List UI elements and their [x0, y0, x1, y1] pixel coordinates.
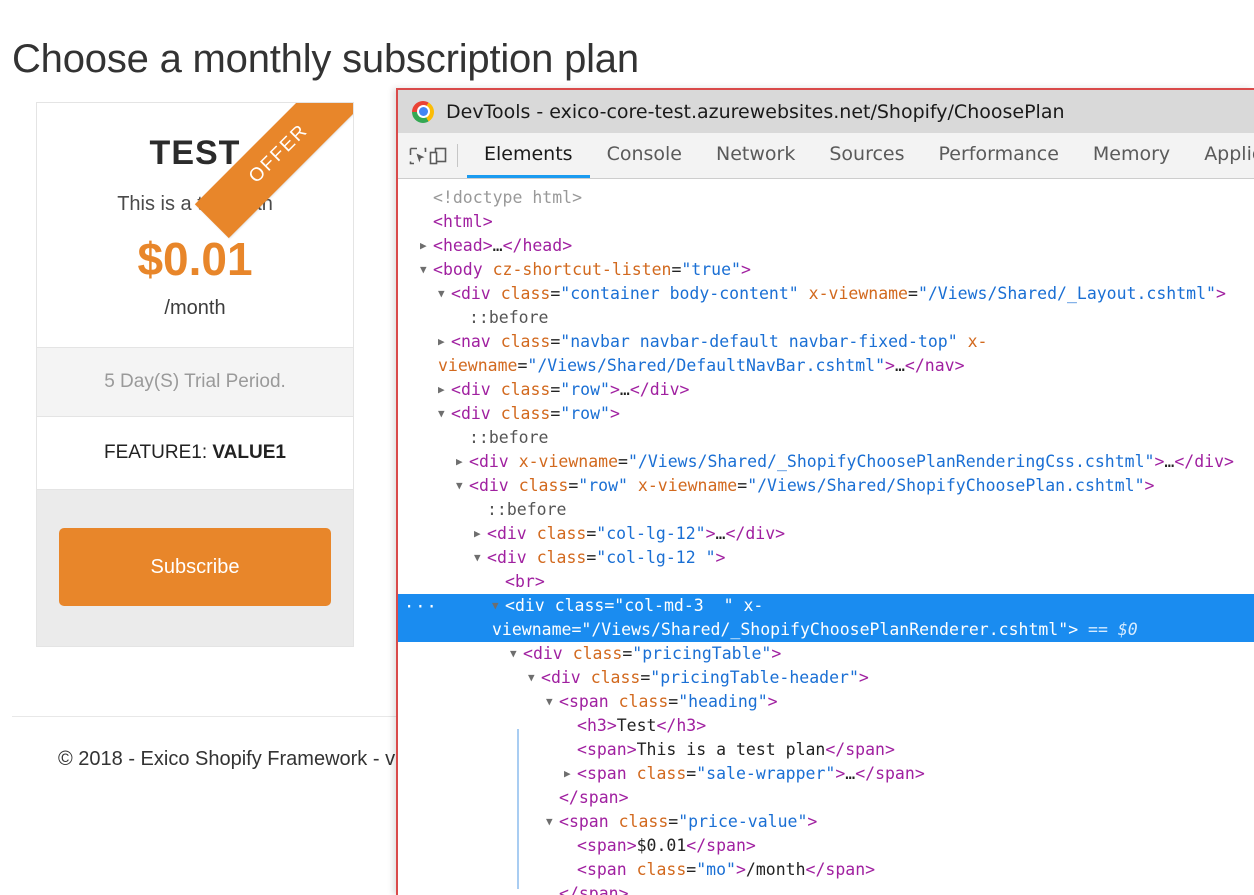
- tab-network[interactable]: Network: [699, 133, 812, 178]
- disclosure-triangle[interactable]: [492, 594, 505, 618]
- plan-trial-period: 5 Day(S) Trial Period.: [37, 348, 353, 417]
- chrome-logo-icon: [412, 100, 434, 123]
- dom-node[interactable]: <div class="container body-content" x-vi…: [398, 282, 1254, 306]
- dom-node[interactable]: <div class="col-lg-12 ">: [398, 546, 1254, 570]
- page-footer-text: © 2018 - Exico Shopify Framework - ve: [58, 748, 407, 770]
- tab-sources[interactable]: Sources: [812, 133, 921, 178]
- devtools-window-title: DevTools - exico-core-test.azurewebsites…: [446, 100, 1065, 123]
- devtools-titlebar: DevTools - exico-core-test.azurewebsites…: [398, 90, 1254, 133]
- plan-heading: TEST This is a test plan: [37, 133, 353, 217]
- toolbar-divider: [457, 144, 458, 167]
- dom-node[interactable]: <div class="row" x-viewname="/Views/Shar…: [398, 474, 1254, 498]
- disclosure-triangle[interactable]: [438, 282, 451, 306]
- dom-node[interactable]: <nav class="navbar navbar-default navbar…: [398, 330, 1254, 378]
- dom-node[interactable]: <span>This is a test plan</span>: [398, 738, 1254, 762]
- dom-node[interactable]: <span class="price-value">: [398, 810, 1254, 834]
- dom-node[interactable]: <div class="row">…</div>: [398, 378, 1254, 402]
- plan-feature-value: VALUE1: [212, 442, 286, 463]
- disclosure-triangle[interactable]: [456, 474, 469, 498]
- disclosure-triangle[interactable]: [438, 402, 451, 426]
- disclosure-triangle[interactable]: [474, 546, 487, 570]
- dom-node[interactable]: ::before: [398, 498, 1254, 522]
- dom-node-selected[interactable]: ···<div class="col-md-3 " x-viewname="/V…: [398, 594, 1254, 642]
- plan-price-value: $0.01 /month: [37, 231, 353, 321]
- disclosure-triangle[interactable]: [564, 762, 577, 786]
- dom-node[interactable]: </span>: [398, 786, 1254, 810]
- plan-feature-row: FEATURE1: VALUE1: [37, 417, 353, 490]
- dom-node[interactable]: <div class="row">: [398, 402, 1254, 426]
- dom-node[interactable]: </span>: [398, 882, 1254, 895]
- dom-node[interactable]: <span class="mo">/month</span>: [398, 858, 1254, 882]
- dom-node[interactable]: <h3>Test</h3>: [398, 714, 1254, 738]
- tab-elements[interactable]: Elements: [467, 133, 590, 178]
- disclosure-triangle[interactable]: [510, 642, 523, 666]
- plan-price-period: /month: [164, 297, 226, 319]
- disclosure-triangle[interactable]: [546, 810, 559, 834]
- dom-node[interactable]: <!doctype html>: [398, 186, 1254, 210]
- disclosure-triangle[interactable]: [420, 234, 433, 258]
- dom-node[interactable]: <div x-viewname="/Views/Shared/_ShopifyC…: [398, 450, 1254, 474]
- disclosure-triangle[interactable]: [528, 666, 541, 690]
- pricing-table-card: OFFER TEST This is a test plan $0.01 /mo…: [36, 102, 354, 647]
- tab-console[interactable]: Console: [590, 133, 699, 178]
- dom-node[interactable]: <div class="pricingTable">: [398, 642, 1254, 666]
- dom-node[interactable]: <div class="col-lg-12">…</div>: [398, 522, 1254, 546]
- plan-name: TEST: [149, 134, 241, 172]
- dom-node-ellipsis-badge[interactable]: ···: [404, 595, 438, 619]
- devtools-window: DevTools - exico-core-test.azurewebsites…: [396, 88, 1254, 895]
- tab-application[interactable]: Application: [1187, 133, 1254, 178]
- tab-performance[interactable]: Performance: [922, 133, 1076, 178]
- dom-node[interactable]: ::before: [398, 306, 1254, 330]
- disclosure-triangle[interactable]: [456, 450, 469, 474]
- subscribe-button[interactable]: Subscribe: [59, 528, 331, 606]
- dom-node[interactable]: <span class="sale-wrapper">…</span>: [398, 762, 1254, 786]
- dom-node[interactable]: ::before: [398, 426, 1254, 450]
- dom-node[interactable]: <div class="pricingTable-header">: [398, 666, 1254, 690]
- disclosure-triangle[interactable]: [438, 378, 451, 402]
- dom-node[interactable]: <br>: [398, 570, 1254, 594]
- plan-description: This is a test plan: [117, 193, 273, 215]
- disclosure-triangle[interactable]: [546, 690, 559, 714]
- dom-node[interactable]: <head>…</head>: [398, 234, 1254, 258]
- devtools-toolbar: Elements Console Network Sources Performance…: [398, 133, 1254, 179]
- disclosure-triangle[interactable]: [438, 330, 451, 354]
- inspect-element-icon[interactable]: [408, 133, 428, 178]
- dom-node[interactable]: <span class="heading">: [398, 690, 1254, 714]
- tab-memory[interactable]: Memory: [1076, 133, 1187, 178]
- dom-node[interactable]: <span>$0.01</span>: [398, 834, 1254, 858]
- dom-node[interactable]: <html>: [398, 210, 1254, 234]
- page-title: Choose a monthly subscription plan: [12, 36, 639, 81]
- dom-tree-panel[interactable]: <!doctype html><html><head>…</head><body…: [398, 179, 1254, 895]
- plan-signup-section: Subscribe: [37, 490, 353, 646]
- dom-indent-guide: [517, 729, 519, 889]
- device-toolbar-icon[interactable]: [428, 133, 448, 178]
- plan-feature-label: FEATURE1:: [104, 442, 208, 463]
- devtools-tab-bar: Elements Console Network Sources Performance…: [467, 133, 1254, 178]
- disclosure-triangle[interactable]: [474, 522, 487, 546]
- pricing-table-header: OFFER TEST This is a test plan $0.01 /mo…: [37, 103, 353, 348]
- plan-price-amount: $0.01: [137, 233, 253, 285]
- footer-divider: [12, 716, 404, 717]
- dom-node[interactable]: <body cz-shortcut-listen="true">: [398, 258, 1254, 282]
- dom-node-list: <!doctype html><html><head>…</head><body…: [398, 186, 1254, 895]
- disclosure-triangle[interactable]: [420, 258, 433, 282]
